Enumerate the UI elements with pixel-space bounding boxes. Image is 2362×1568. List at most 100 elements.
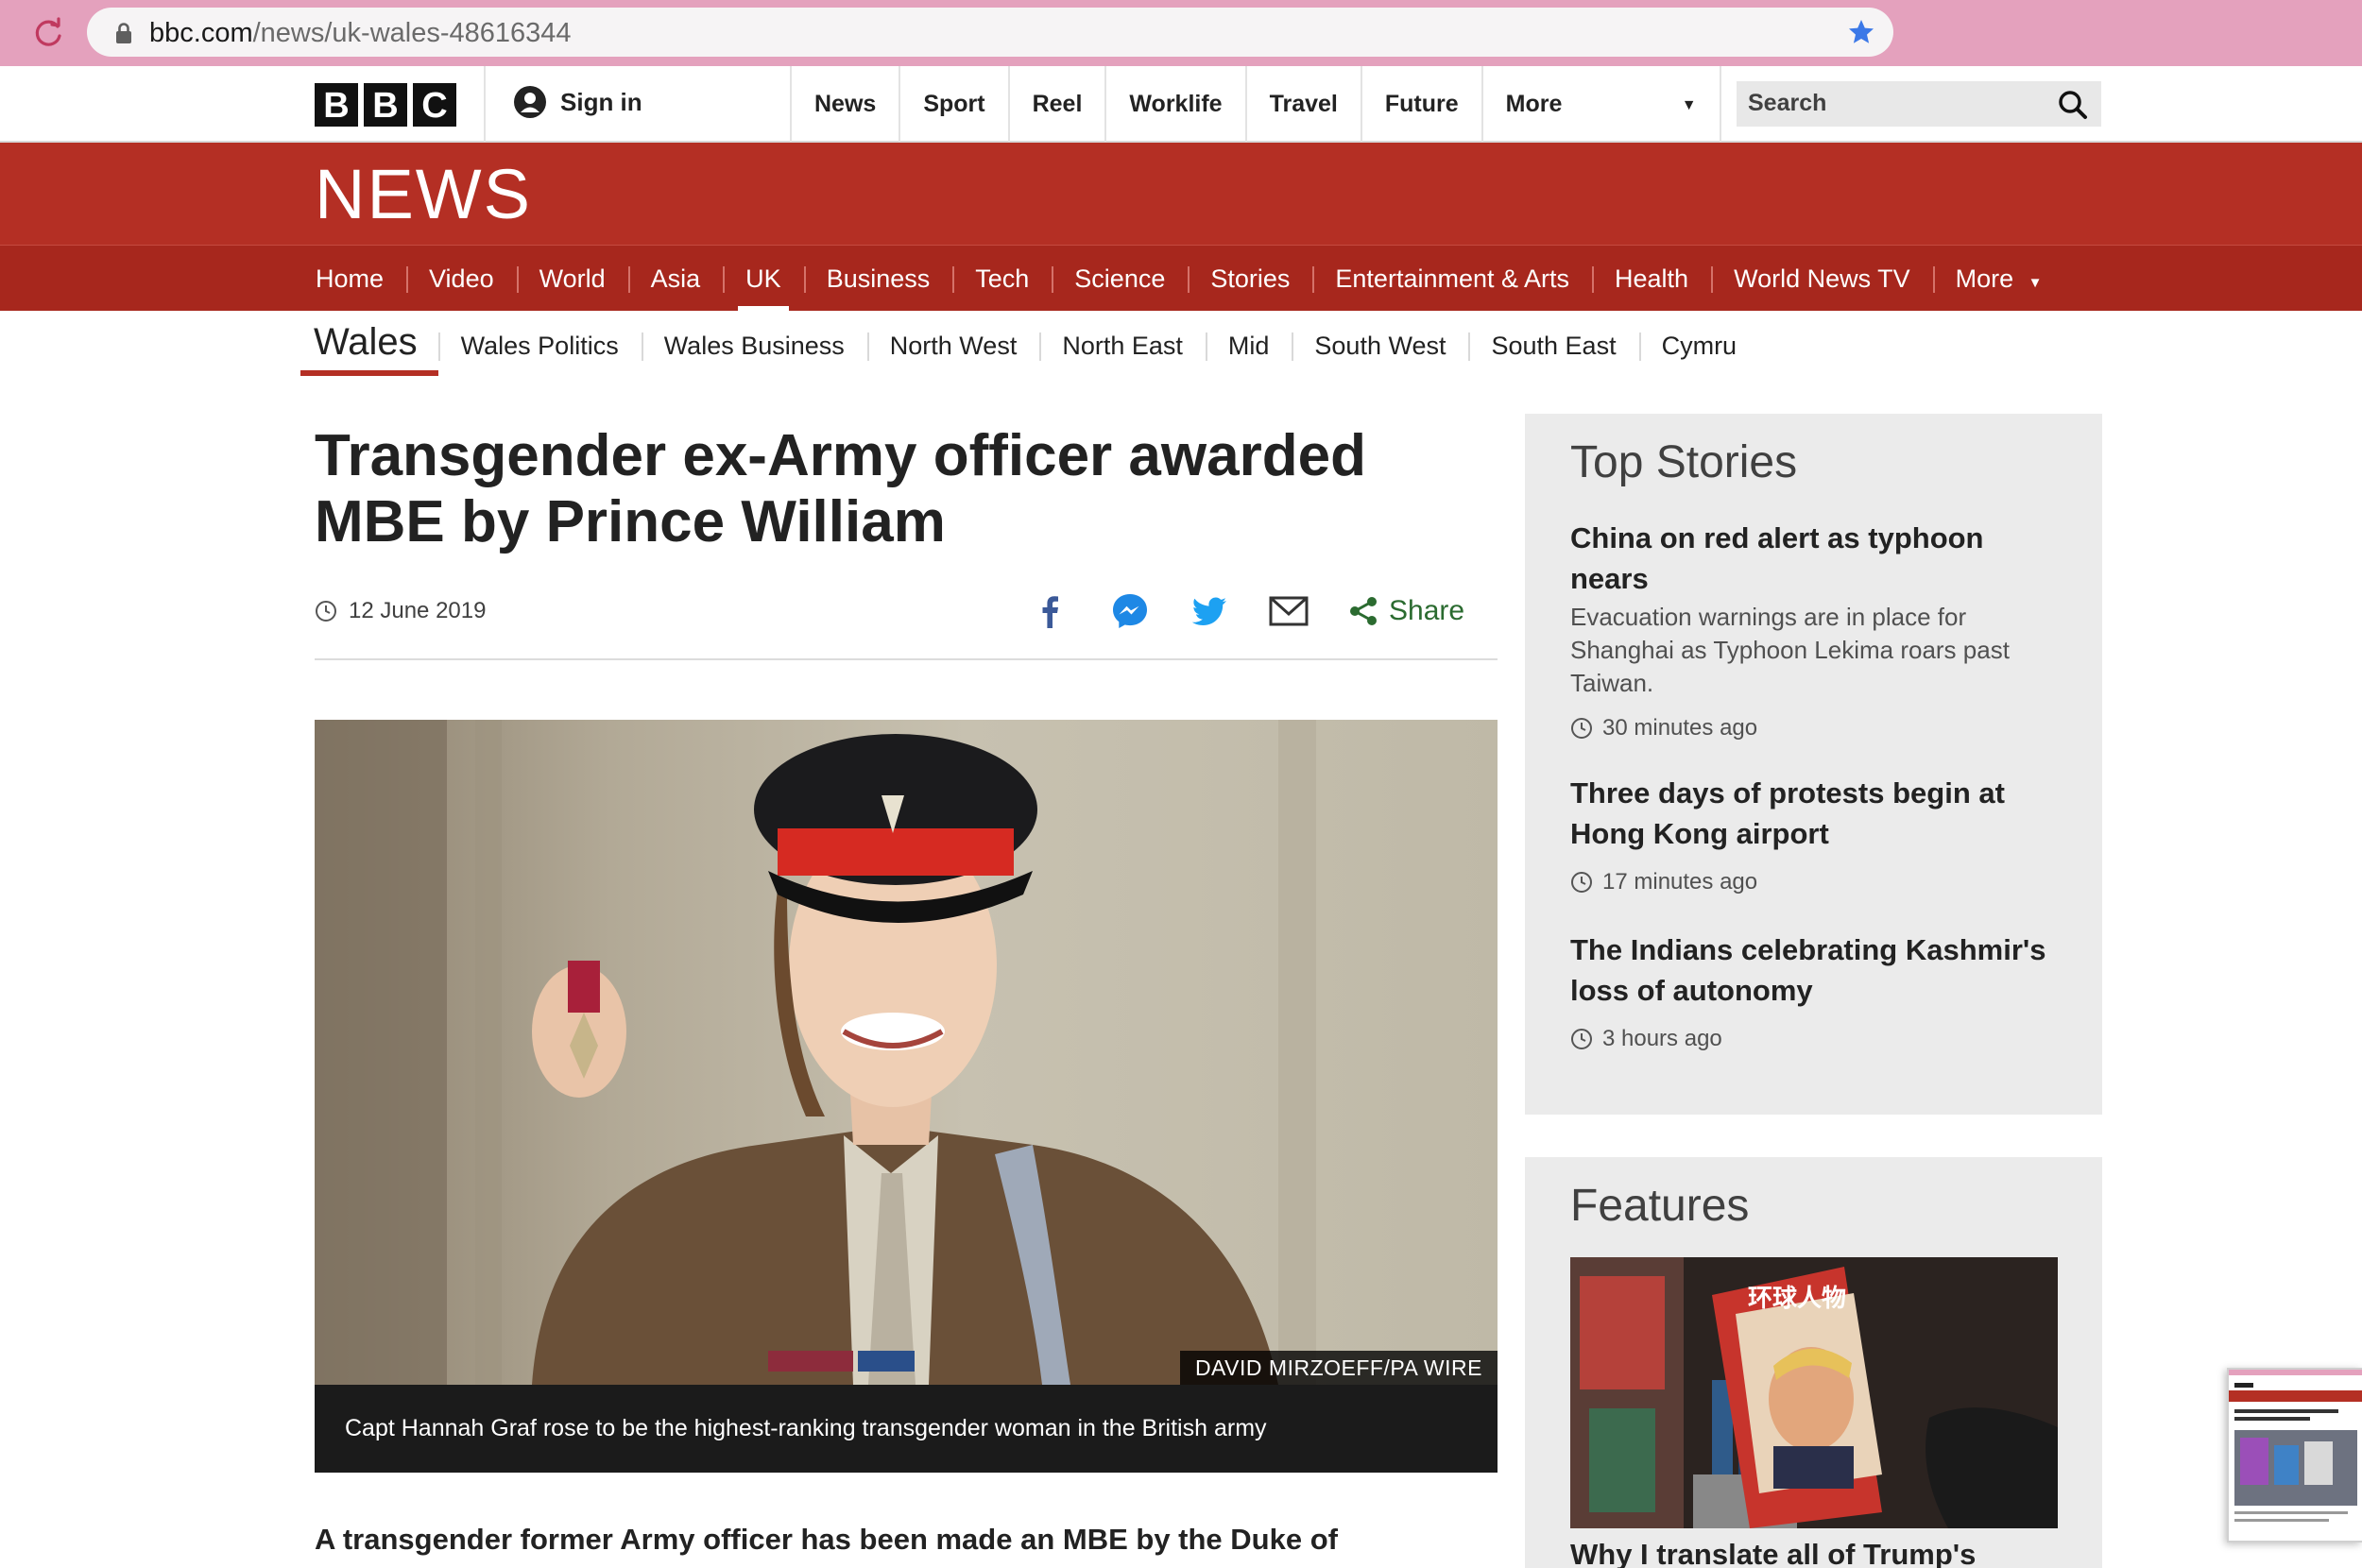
story-time-text: 17 minutes ago <box>1602 869 1758 895</box>
wales-nav-north-west[interactable]: North West <box>866 319 1040 372</box>
section-nav: Home Video World Asia UK Business Tech S… <box>0 245 2362 312</box>
search-placeholder: Search <box>1748 90 1827 116</box>
feature-story-title[interactable]: Why I translate all of Trump's <box>1570 1538 1976 1568</box>
story-card[interactable]: The Indians celebrating Kashmir's loss o… <box>1570 929 2062 1052</box>
bbc-global-nav: B B C Sign in News Sport Reel Worklife T… <box>0 66 2362 143</box>
divider <box>315 658 1498 660</box>
news-logo[interactable]: NEWS <box>315 154 532 234</box>
wales-subnav: Wales Wales Politics Wales Business Nort… <box>300 315 1759 376</box>
article-image-figure: DAVID MIRZOEFF/PA WIRE Capt Hannah Graf … <box>315 720 1498 1473</box>
article-date-text: 12 June 2019 <box>349 598 487 623</box>
thumbnail-preview <box>2229 1370 2362 1541</box>
headline-line-1: Transgender ex-Army officer awarded <box>315 423 1366 488</box>
story-card[interactable]: China on red alert as typhoon nears Evac… <box>1570 518 2062 741</box>
clock-icon <box>1571 718 1592 739</box>
reload-icon[interactable] <box>30 15 66 51</box>
headline-line-2: MBE by Prince William <box>315 489 946 554</box>
magazine-title-text: 环球人物 <box>1748 1285 1846 1313</box>
bbc-logo[interactable]: B B C <box>315 83 456 127</box>
user-icon <box>514 86 546 118</box>
wales-nav-business[interactable]: Wales Business <box>641 319 867 372</box>
features-title: Features <box>1570 1181 1750 1231</box>
lock-icon[interactable] <box>113 22 134 44</box>
twitter-icon[interactable] <box>1189 590 1230 632</box>
section-nav-health[interactable]: Health <box>1592 246 1711 312</box>
section-nav-world-news-tv[interactable]: World News TV <box>1711 246 1933 312</box>
story-title[interactable]: China on red alert as typhoon nears <box>1570 518 2062 599</box>
story-summary: Evacuation warnings are in place for Sha… <box>1570 601 2062 700</box>
wales-nav-north-east[interactable]: North East <box>1039 319 1206 372</box>
story-card[interactable]: Three days of protests begin at Hong Kon… <box>1570 773 2062 895</box>
story-time-text: 30 minutes ago <box>1602 715 1758 741</box>
story-title-line: China on red alert as typhoon <box>1570 521 1984 554</box>
facebook-icon[interactable] <box>1030 590 1071 632</box>
section-nav-more[interactable]: More ▼ <box>1932 246 2065 312</box>
wales-nav-mid[interactable]: Mid <box>1205 319 1292 372</box>
global-nav-more[interactable]: More ▼ <box>1481 66 1721 142</box>
story-title-line: The Indians celebrating Kashmir's <box>1570 933 2046 966</box>
feature-image[interactable]: 环球人物 <box>1570 1257 2058 1528</box>
share-label: Share <box>1389 595 1465 626</box>
share-button[interactable]: Share <box>1347 595 1464 627</box>
section-nav-video[interactable]: Video <box>406 246 517 312</box>
global-nav-links: News Sport Reel Worklife Travel Future M… <box>790 66 1721 142</box>
image-caption: Capt Hannah Graf rose to be the highest-… <box>315 1385 1498 1473</box>
article-intro: A transgender former Army officer has be… <box>315 1523 1338 1556</box>
story-title-line: Three days of protests begin at <box>1570 776 2005 810</box>
global-nav-worklife[interactable]: Worklife <box>1104 66 1244 142</box>
wales-nav-south-west[interactable]: South West <box>1292 319 1468 372</box>
top-stories-title: Top Stories <box>1570 437 1798 487</box>
section-nav-business[interactable]: Business <box>803 246 953 312</box>
address-bar[interactable]: bbc.com/news/uk-wales-48616344 <box>87 8 1893 57</box>
logo-block-b2: B <box>364 83 407 127</box>
features-panel: Features 环球人物 Why I translate all of Tru… <box>1525 1157 2102 1568</box>
section-nav-uk[interactable]: UK <box>723 246 804 312</box>
wales-nav-politics[interactable]: Wales Politics <box>437 319 642 372</box>
wales-title[interactable]: Wales <box>300 315 438 376</box>
global-nav-reel[interactable]: Reel <box>1007 66 1105 142</box>
messenger-icon[interactable] <box>1109 590 1151 632</box>
story-time-text: 3 hours ago <box>1602 1026 1722 1051</box>
story-title[interactable]: The Indians celebrating Kashmir's loss o… <box>1570 929 2062 1011</box>
search-icon[interactable] <box>2058 90 2088 120</box>
global-nav-news[interactable]: News <box>790 66 899 142</box>
share-icon <box>1350 597 1377 625</box>
email-icon[interactable] <box>1268 590 1309 632</box>
clock-icon <box>316 601 336 622</box>
global-nav-more-label: More <box>1505 91 1563 117</box>
section-nav-tech[interactable]: Tech <box>952 246 1052 312</box>
story-summary-line: Taiwan. <box>1570 669 1654 697</box>
screenshot-thumbnail[interactable] <box>2227 1368 2362 1542</box>
nav-divider <box>484 66 486 142</box>
section-nav-home[interactable]: Home <box>293 246 406 312</box>
story-summary-line: Shanghai as Typhoon Lekima roars past <box>1570 636 2010 664</box>
search-input[interactable]: Search <box>1737 81 2101 127</box>
wales-nav-south-east[interactable]: South East <box>1468 319 1638 372</box>
section-nav-stories[interactable]: Stories <box>1188 246 1312 312</box>
wales-nav-cymru[interactable]: Cymru <box>1638 319 1760 372</box>
section-nav-science[interactable]: Science <box>1052 246 1188 312</box>
logo-block-b1: B <box>315 83 358 127</box>
top-stories-panel: Top Stories China on red alert as typhoo… <box>1525 414 2102 1115</box>
url-text[interactable]: bbc.com/news/uk-wales-48616344 <box>149 18 572 49</box>
story-title[interactable]: Three days of protests begin at Hong Kon… <box>1570 773 2062 854</box>
story-title-line: Hong Kong airport <box>1570 817 1829 850</box>
news-masthead: NEWS <box>0 143 2362 245</box>
section-nav-asia[interactable]: Asia <box>627 246 724 312</box>
global-nav-future[interactable]: Future <box>1360 66 1481 142</box>
section-nav-more-label: More <box>1955 264 2014 293</box>
share-tools: Share <box>1030 588 1464 635</box>
global-nav-sport[interactable]: Sport <box>899 66 1007 142</box>
sign-in-button[interactable]: Sign in <box>513 85 642 119</box>
bookmark-star-icon[interactable] <box>1846 17 1876 47</box>
global-nav-travel[interactable]: Travel <box>1244 66 1361 142</box>
section-nav-world[interactable]: World <box>516 246 628 312</box>
section-nav-links: Home Video World Asia UK Business Tech S… <box>293 246 2065 312</box>
browser-toolbar: bbc.com/news/uk-wales-48616344 <box>0 0 2362 66</box>
article-photo[interactable] <box>315 720 1498 1385</box>
section-nav-entertainment-arts[interactable]: Entertainment & Arts <box>1312 246 1592 312</box>
logo-block-c: C <box>413 83 456 127</box>
story-summary-line: Evacuation warnings are in place for <box>1570 603 1967 631</box>
story-timestamp: 17 minutes ago <box>1570 869 2062 895</box>
chevron-down-icon: ▼ <box>1681 97 1697 113</box>
